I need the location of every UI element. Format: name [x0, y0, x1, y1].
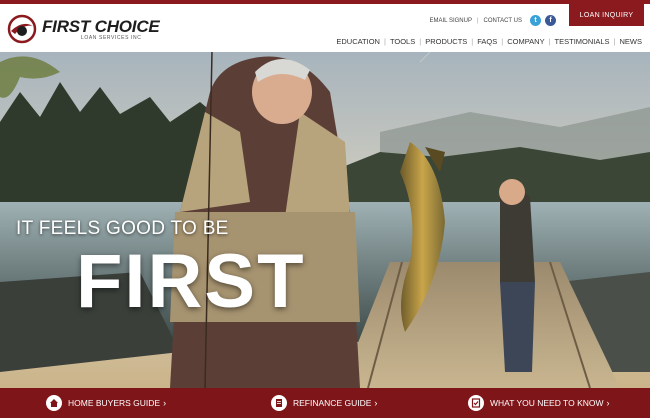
guides-bar: HOME BUYERS GUIDE › REFINANCE GUIDE › WH… [0, 388, 650, 418]
contact-us-link[interactable]: CONTACT US [484, 18, 522, 24]
hero-banner: IT FEELS GOOD TO BE FIRST [0, 52, 650, 388]
checklist-icon [468, 395, 484, 411]
home-buyers-guide-link[interactable]: HOME BUYERS GUIDE › [46, 388, 166, 418]
home-buyers-guide-label: HOME BUYERS GUIDE [68, 398, 161, 408]
refinance-guide-label: REFINANCE GUIDE [293, 398, 372, 408]
home-icon [46, 395, 62, 411]
nav-item-testimonials[interactable]: TESTIMONIALS [551, 37, 614, 46]
first-choice-logo-icon[interactable] [7, 14, 37, 44]
brand-subtitle: LOAN SERVICES INC [81, 35, 142, 41]
nav-item-news[interactable]: NEWS [616, 37, 647, 46]
twitter-icon[interactable]: t [530, 15, 541, 26]
nav-item-faqs[interactable]: FAQS [473, 37, 501, 46]
refinance-guide-link[interactable]: REFINANCE GUIDE › [271, 388, 377, 418]
chevron-right-icon: › [374, 398, 378, 408]
nav-item-tools[interactable]: TOOLS [386, 37, 419, 46]
what-you-need-to-know-label: WHAT YOU NEED TO KNOW [490, 398, 604, 408]
chevron-right-icon: › [163, 398, 167, 408]
nav-item-education[interactable]: EDUCATION [332, 37, 384, 46]
nav-item-company[interactable]: COMPANY [503, 37, 548, 46]
facebook-icon[interactable]: f [545, 15, 556, 26]
loan-inquiry-button[interactable]: LOAN INQUIRY [569, 4, 644, 26]
document-icon [271, 395, 287, 411]
nav-item-products[interactable]: PRODUCTS [421, 37, 471, 46]
utility-separator: | [476, 17, 479, 24]
hero-tagline: IT FEELS GOOD TO BE [16, 218, 229, 239]
main-nav: EDUCATION | TOOLS | PRODUCTS | FAQS | CO… [332, 37, 646, 46]
what-you-need-to-know-link[interactable]: WHAT YOU NEED TO KNOW › [468, 388, 610, 418]
brand-name[interactable]: FIRST CHOICE [42, 17, 160, 37]
chevron-right-icon: › [606, 398, 610, 408]
hero-headline: FIRST [76, 239, 306, 324]
email-signup-link[interactable]: EMAIL SIGNUP [430, 18, 472, 24]
utility-links: EMAIL SIGNUP | CONTACT US t f [430, 15, 556, 26]
site-header: FIRST CHOICE LOAN SERVICES INC EMAIL SIG… [0, 4, 650, 52]
